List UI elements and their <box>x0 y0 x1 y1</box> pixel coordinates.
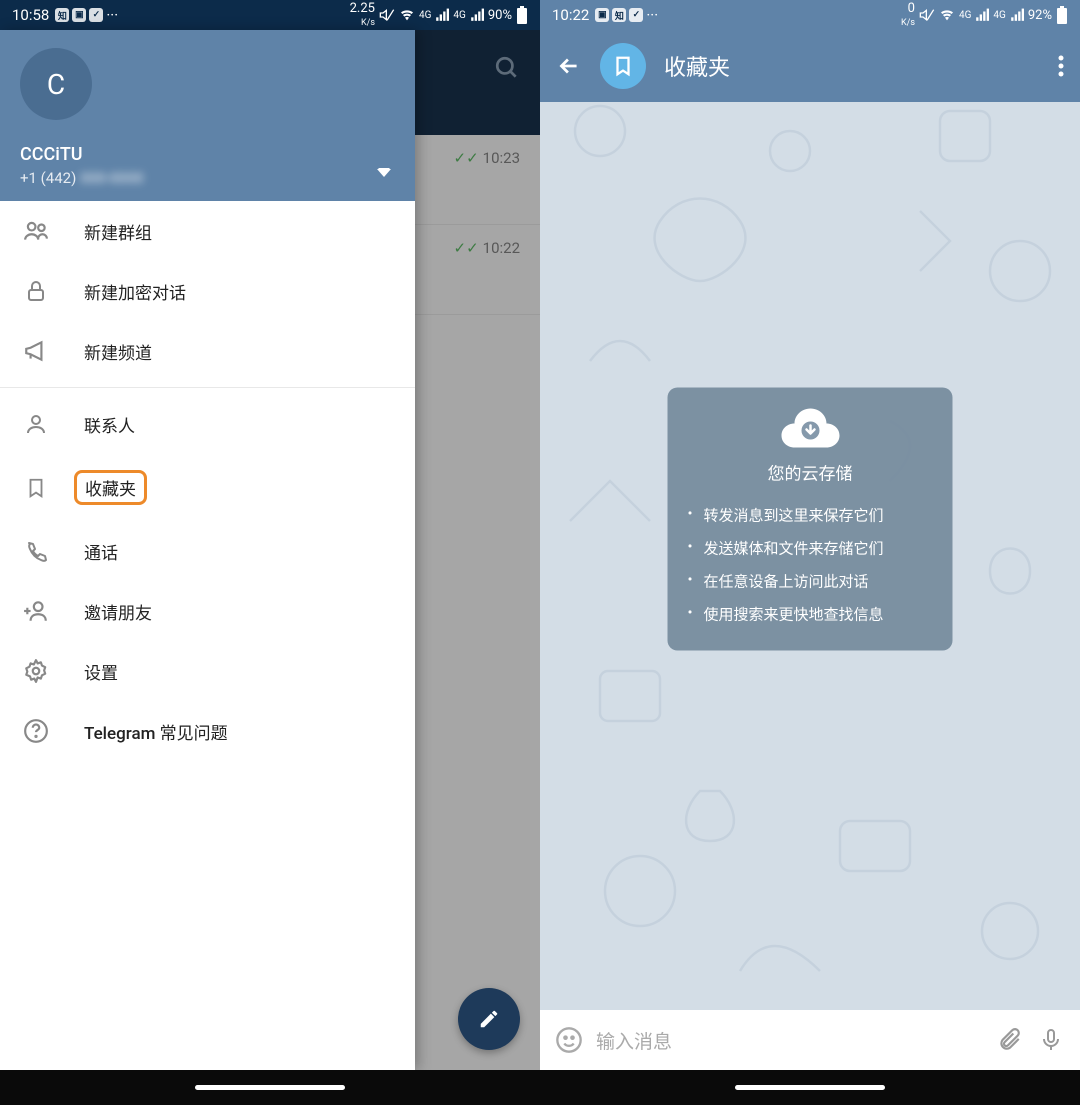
battery-pct: 90% <box>488 8 512 23</box>
drawer-label: 设置 <box>84 659 118 684</box>
net-speed-unit: K/s <box>361 18 375 28</box>
drawer-item-secret-chat[interactable]: 新建加密对话 <box>0 261 415 321</box>
signal-4g-2: 4G <box>993 10 1005 21</box>
compose-fab[interactable] <box>458 988 520 1050</box>
system-navbar[interactable] <box>0 1070 540 1105</box>
status-bar-right: 10:22 ▣ 知 ✓ ··· 0 K/s 4G <box>540 0 1080 30</box>
more-icon: ··· <box>106 6 118 24</box>
check-icon: ✓ <box>89 8 103 22</box>
mute-icon <box>919 7 935 23</box>
mute-icon <box>379 7 395 23</box>
back-button[interactable] <box>556 53 582 79</box>
bookmark-icon <box>22 474 50 502</box>
drawer-label: 收藏夹 <box>85 480 136 500</box>
drawer-label: 邀请朋友 <box>84 599 152 624</box>
signal-bars-icon <box>975 8 989 22</box>
phone-icon <box>22 537 50 565</box>
drawer-item-new-channel[interactable]: 新建频道 <box>0 321 415 381</box>
mic-button[interactable] <box>1036 1025 1066 1055</box>
battery-icon <box>1056 6 1068 24</box>
appbar-title[interactable]: 收藏夹 <box>664 50 1040 82</box>
navigation-drawer: C CCCiTU +1 (442) 000-0000 新建群组 <box>0 30 415 1070</box>
net-speed-unit: K/s <box>901 18 915 28</box>
megaphone-icon <box>22 337 50 365</box>
drawer-label: 新建群组 <box>84 219 152 244</box>
drawer-item-saved[interactable]: 收藏夹 <box>0 454 415 521</box>
user-phone: +1 (442) 000-0000 <box>20 169 395 187</box>
drawer-label: Telegram 常见问题 <box>84 719 228 744</box>
card-title: 您的云存储 <box>688 460 933 485</box>
wifi-icon <box>399 7 415 23</box>
gear-icon <box>22 657 50 685</box>
card-bullet: 使用搜索来更快地查找信息 <box>688 598 933 631</box>
signal-bars-icon-2 <box>470 8 484 22</box>
card-bullet: 在任意设备上访问此对话 <box>688 565 933 598</box>
signal-4g-1: 4G <box>419 10 431 21</box>
avatar[interactable]: C <box>20 48 92 120</box>
card-bullet: 转发消息到这里来保存它们 <box>688 499 933 532</box>
highlight-annotation: 收藏夹 <box>74 470 147 505</box>
drawer-item-settings[interactable]: 设置 <box>0 641 415 701</box>
card-bullets: 转发消息到这里来保存它们 发送媒体和文件来存储它们 在任意设备上访问此对话 使用… <box>688 499 933 631</box>
net-speed: 0 <box>908 1 915 16</box>
card-bullet: 发送媒体和文件来存储它们 <box>688 532 933 565</box>
drawer-label: 新建加密对话 <box>84 279 186 304</box>
notif-icon: 知 <box>612 8 626 22</box>
more-icon: ··· <box>646 6 658 24</box>
status-time: 10:22 <box>552 6 589 24</box>
drawer-label: 联系人 <box>84 412 135 437</box>
saved-avatar[interactable] <box>600 43 646 89</box>
net-speed: 2.25 <box>350 1 375 16</box>
signal-bars-icon <box>435 8 449 22</box>
drawer-item-contacts[interactable]: 联系人 <box>0 394 415 454</box>
wifi-icon <box>939 7 955 23</box>
avatar-letter: C <box>47 68 65 101</box>
drawer-label: 新建频道 <box>84 339 152 364</box>
more-menu-button[interactable] <box>1058 54 1064 78</box>
user-name: CCCiTU <box>20 144 395 165</box>
notif-icon: 知 <box>55 8 69 22</box>
drawer-item-invite[interactable]: 邀请朋友 <box>0 581 415 641</box>
signal-4g-1: 4G <box>959 10 971 21</box>
battery-icon <box>516 6 528 24</box>
gallery-icon: ▣ <box>595 8 609 22</box>
group-icon <box>22 217 50 245</box>
attach-button[interactable] <box>994 1025 1024 1055</box>
drawer-item-new-group[interactable]: 新建群组 <box>0 201 415 261</box>
drawer-list: 新建群组 新建加密对话 新建频道 联系人 收 <box>0 201 415 1070</box>
drawer-item-faq[interactable]: Telegram 常见问题 <box>0 701 415 761</box>
appbar: 收藏夹 <box>540 30 1080 102</box>
system-navbar[interactable] <box>540 1070 1080 1105</box>
drawer-item-calls[interactable]: 通话 <box>0 521 415 581</box>
signal-4g-2: 4G <box>453 10 465 21</box>
emoji-button[interactable] <box>554 1025 584 1055</box>
message-input-bar: 输入消息 <box>540 1010 1080 1070</box>
add-user-icon <box>22 597 50 625</box>
message-input[interactable]: 输入消息 <box>596 1027 982 1054</box>
status-bar-left: 10:58 知 ▣ ✓ ··· 2.25 K/s <box>0 0 540 30</box>
drawer-label: 通话 <box>84 539 118 564</box>
battery-pct: 92% <box>1028 8 1052 23</box>
status-time: 10:58 <box>12 6 49 24</box>
cloud-download-icon <box>688 406 933 450</box>
help-icon <box>22 717 50 745</box>
person-icon <box>22 410 50 438</box>
drawer-header[interactable]: C CCCiTU +1 (442) 000-0000 <box>0 30 415 201</box>
signal-bars-icon-2 <box>1010 8 1024 22</box>
check-icon: ✓ <box>629 8 643 22</box>
divider <box>0 387 415 388</box>
chevron-down-icon[interactable] <box>377 167 391 177</box>
gallery-icon: ▣ <box>72 8 86 22</box>
cloud-storage-card: 您的云存储 转发消息到这里来保存它们 发送媒体和文件来存储它们 在任意设备上访问… <box>668 388 953 651</box>
lock-icon <box>22 277 50 305</box>
